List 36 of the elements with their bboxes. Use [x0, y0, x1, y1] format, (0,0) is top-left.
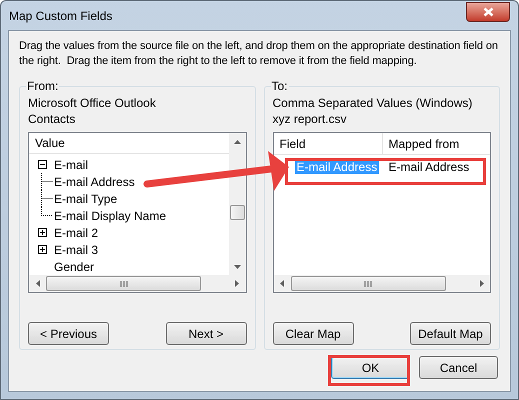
close-button[interactable] [466, 2, 510, 22]
vertical-scrollbar[interactable] [228, 133, 246, 275]
tree-connector [41, 173, 53, 190]
scroll-thumb[interactable] [290, 276, 446, 291]
scroll-thumb[interactable] [230, 205, 244, 220]
horizontal-scrollbar[interactable] [29, 275, 246, 292]
tree-item[interactable]: E-mail 3 [53, 240, 100, 258]
expand-icon[interactable] [38, 245, 46, 254]
close-icon [482, 6, 494, 16]
window-title: Map Custom Fields [9, 8, 114, 24]
column-header[interactable]: Field [274, 133, 382, 154]
table-cell-text: E-mail Address [388, 159, 470, 176]
tree-item[interactable]: E-mail Type [53, 190, 118, 208]
group-label: From: [26, 78, 60, 95]
group-label: To: [270, 78, 289, 95]
tree-item[interactable]: E-mail [53, 156, 90, 174]
tree-item[interactable]: E-mail Display Name [53, 206, 168, 224]
collapse-icon[interactable] [38, 160, 46, 169]
source-line: Comma Separated Values (Windows) [272, 95, 474, 111]
column-header[interactable]: Mapped from [382, 133, 490, 154]
scroll-thumb[interactable] [46, 276, 201, 291]
tree-item[interactable]: Gender [53, 258, 96, 276]
dialog-button[interactable]: Default Map [410, 322, 491, 345]
dialog-button[interactable]: Next > [166, 322, 246, 345]
source-line: xyz report.csv [272, 111, 348, 127]
column-header[interactable]: Value [29, 133, 228, 154]
source-line: Microsoft Office Outlook [28, 95, 157, 111]
expand-icon[interactable] [38, 228, 46, 237]
instructions-text: Drag the values from the source file on the left, and drop them on the appropriate destination field on the right. Drag the item from the right to the left to remove it from the field mapping. [19, 39, 499, 69]
dialog-button[interactable]: Clear Map [272, 322, 354, 345]
horizontal-scrollbar[interactable] [274, 275, 490, 292]
source-line: Contacts [28, 111, 76, 127]
dialog-button[interactable]: < Previous [28, 322, 109, 345]
dialog-button[interactable]: Cancel [419, 356, 498, 379]
tree-item[interactable]: E-mail 2 [53, 224, 100, 242]
tree-item[interactable]: E-mail Address [53, 172, 136, 190]
